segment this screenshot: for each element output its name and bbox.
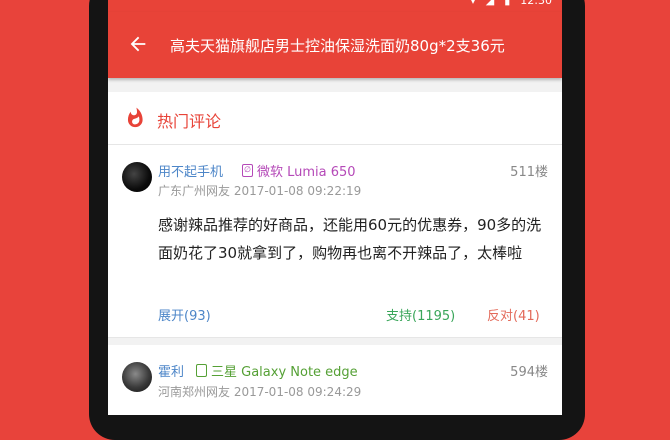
app-bar: 高夫天猫旗舰店男士控油保湿洗面奶80g*2支36元 bbox=[108, 12, 562, 78]
comment-meta: 河南郑州网友 2017-01-08 09:24:29 bbox=[158, 385, 362, 399]
oppose-button[interactable]: 反对(41) bbox=[487, 305, 540, 324]
device-label: ∅ 微软 Lumia 650 bbox=[242, 161, 356, 180]
device-label: 三星 Galaxy Note edge bbox=[196, 361, 358, 380]
username-link[interactable]: 用不起手机 bbox=[158, 161, 223, 180]
hot-comments-header: 热门评论 bbox=[108, 92, 562, 145]
device-name: 三星 Galaxy Note edge bbox=[211, 365, 358, 380]
comment-text: 感谢辣品推荐的好商品，还能用60元的优惠券，90多的洗面奶花了30就拿到了，购物… bbox=[158, 216, 542, 262]
back-button[interactable] bbox=[124, 30, 152, 58]
comment-actions: 展开(93) 支持(1195) 反对(41) bbox=[158, 305, 548, 325]
arrow-left-icon bbox=[130, 36, 146, 52]
username-link[interactable]: 霍利 bbox=[158, 361, 184, 380]
comment-item: 霍利 三星 Galaxy Note edge 594楼 河南郑州网友 2017-… bbox=[108, 345, 562, 415]
android-phone-icon bbox=[196, 364, 207, 377]
app-screen: ▾ ◢ ▮ 12:30 高夫天猫旗舰店男士控油保湿洗面奶80g*2支36元 热门… bbox=[108, 0, 562, 415]
status-time: 12:30 bbox=[520, 0, 552, 7]
fire-icon bbox=[127, 107, 143, 128]
expand-replies-link[interactable]: 展开(93) bbox=[158, 305, 211, 324]
windows-phone-icon: ∅ bbox=[242, 164, 253, 177]
floor-number: 511楼 bbox=[510, 165, 548, 180]
page-title: 高夫天猫旗舰店男士控油保湿洗面奶80g*2支36元 bbox=[170, 37, 505, 55]
avatar[interactable] bbox=[122, 362, 152, 392]
status-bar: ▾ ◢ ▮ 12:30 bbox=[108, 0, 562, 12]
device-name: 微软 Lumia 650 bbox=[257, 165, 356, 180]
comment-item: 用不起手机 ∅ 微软 Lumia 650 511楼 广东广州网友 2017-01… bbox=[108, 145, 562, 338]
support-button[interactable]: 支持(1195) bbox=[386, 305, 455, 324]
battery-icon: ▮ bbox=[504, 0, 511, 7]
section-title: 热门评论 bbox=[157, 112, 222, 131]
avatar[interactable] bbox=[122, 162, 152, 192]
wifi-icon: ▾ bbox=[470, 0, 476, 7]
floor-number: 594楼 bbox=[510, 365, 548, 380]
signal-icon: ◢ bbox=[485, 0, 495, 7]
comment-meta: 广东广州网友 2017-01-08 09:22:19 bbox=[158, 184, 362, 198]
